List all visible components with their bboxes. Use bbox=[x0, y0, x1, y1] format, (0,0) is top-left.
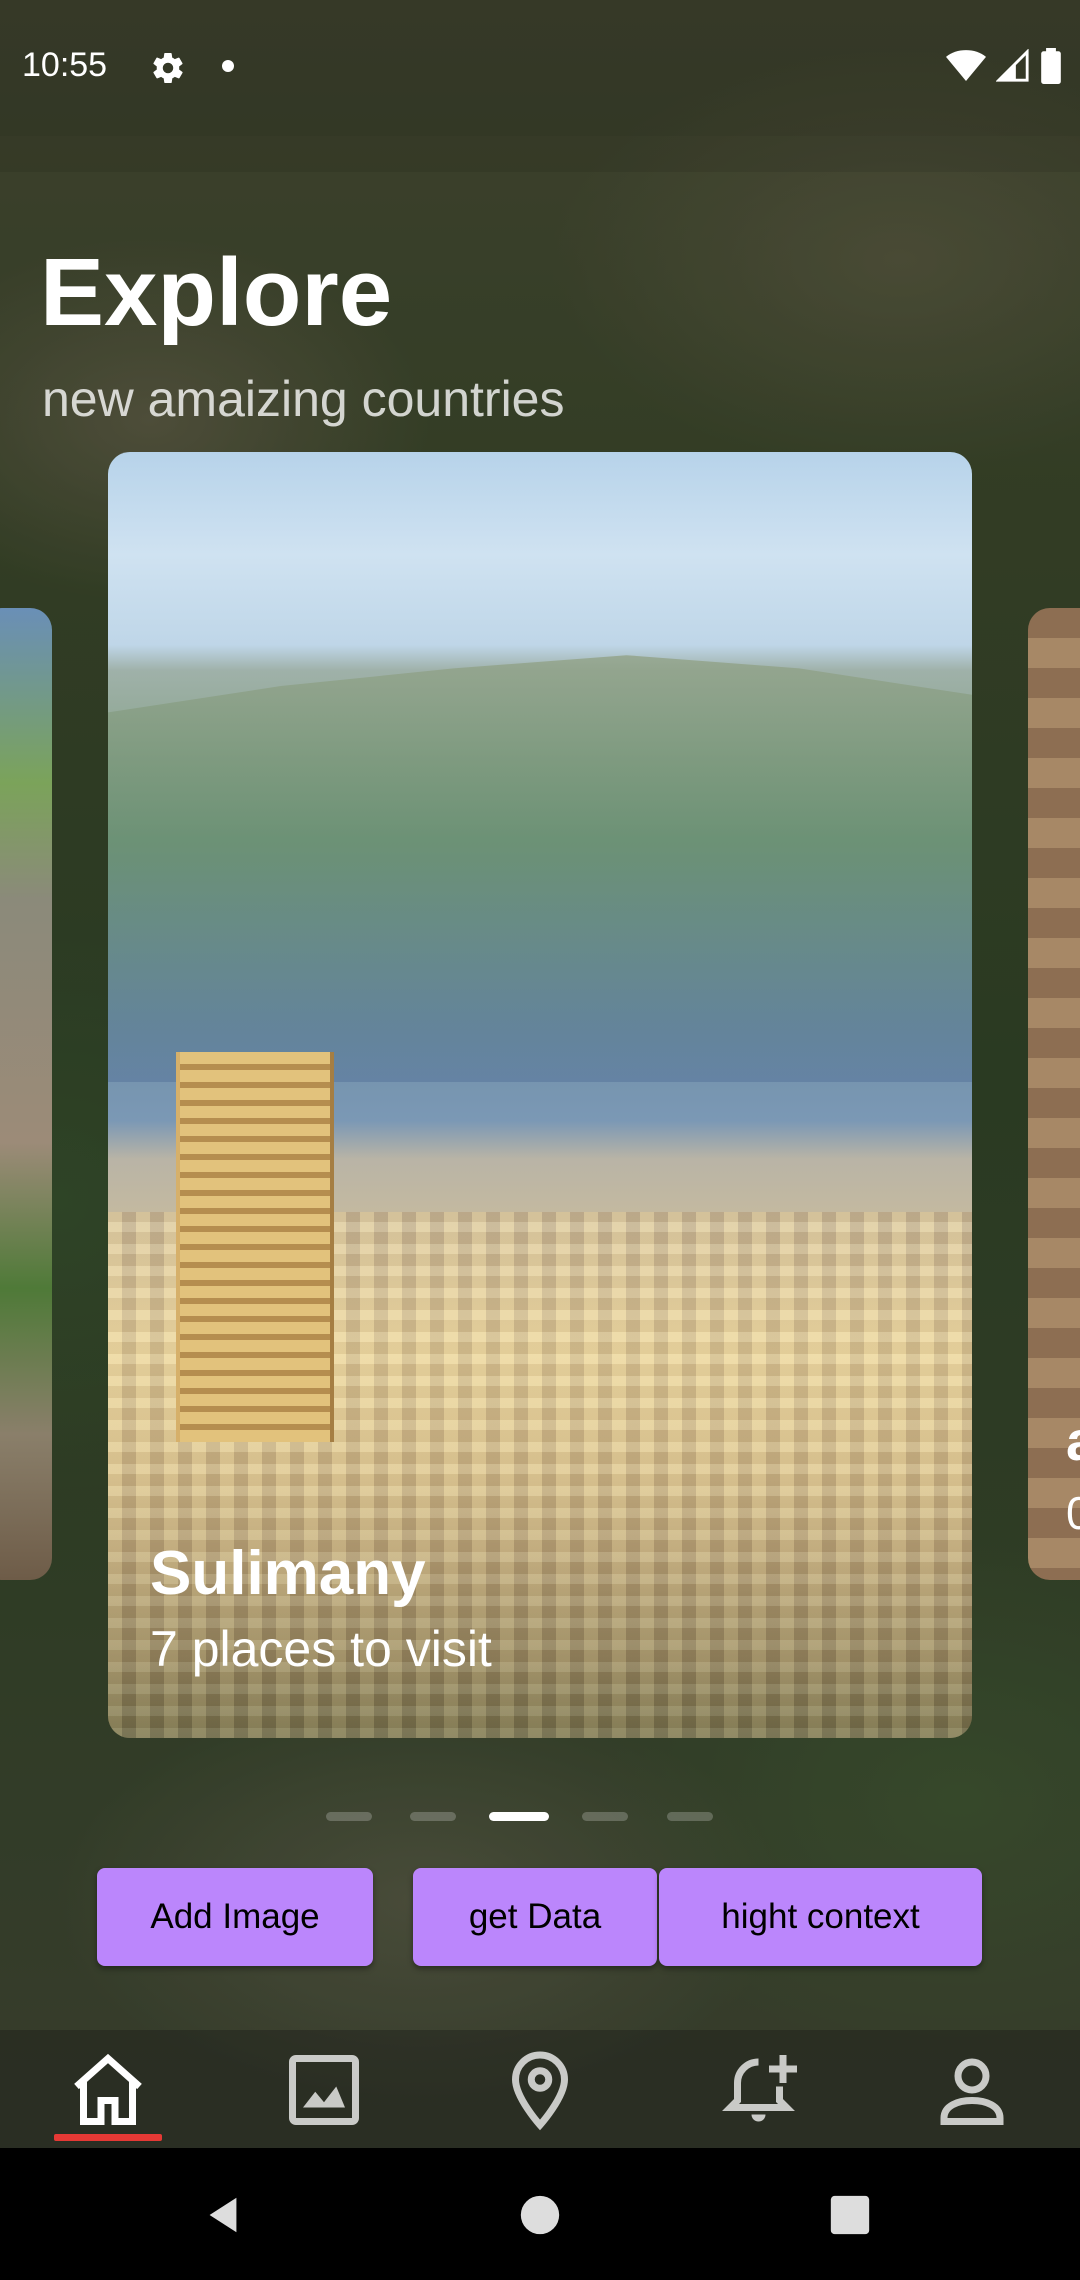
wifi-icon bbox=[946, 50, 986, 81]
status-time: 10:55 bbox=[22, 46, 108, 84]
nav-selected-indicator bbox=[54, 2134, 162, 2141]
get-data-button[interactable]: get Data bbox=[413, 1868, 657, 1966]
hight-context-button[interactable]: hight context bbox=[659, 1868, 982, 1966]
page-indicators bbox=[0, 1810, 1080, 1824]
page-title: Explore bbox=[40, 239, 393, 346]
status-bar: 10:55 bbox=[0, 0, 1080, 136]
location-icon[interactable] bbox=[498, 2048, 582, 2132]
person-icon[interactable] bbox=[930, 2048, 1014, 2132]
page-indicator[interactable] bbox=[326, 1812, 372, 1821]
system-icons bbox=[946, 48, 1062, 84]
carousel-card-active[interactable]: Sulimany 7 places to visit bbox=[108, 452, 972, 1738]
recents-icon[interactable] bbox=[827, 2192, 873, 2238]
card-subtitle-peek: 0 bbox=[1066, 1487, 1080, 1539]
system-navigation-bar bbox=[0, 2148, 1080, 2280]
page-indicator[interactable] bbox=[410, 1812, 456, 1821]
back-icon[interactable] bbox=[200, 2192, 246, 2238]
add-alert-icon[interactable] bbox=[720, 2048, 804, 2132]
image-icon[interactable] bbox=[282, 2048, 366, 2132]
page-indicator-active[interactable] bbox=[489, 1812, 549, 1821]
card-image-mountain bbox=[108, 655, 972, 1082]
app-bar bbox=[0, 136, 1080, 172]
bottom-navigation bbox=[0, 2030, 1080, 2148]
gear-icon bbox=[153, 53, 183, 83]
page-indicator[interactable] bbox=[582, 1812, 628, 1821]
signal-icon bbox=[996, 49, 1029, 82]
add-image-button[interactable]: Add Image bbox=[97, 1868, 373, 1966]
carousel-card-previous[interactable] bbox=[0, 608, 52, 1580]
page-indicator[interactable] bbox=[667, 1812, 713, 1821]
home-circle-icon[interactable] bbox=[517, 2192, 563, 2238]
battery-icon bbox=[1041, 48, 1061, 84]
notification-dot-icon bbox=[222, 60, 234, 72]
card-title: Sulimany bbox=[150, 1539, 426, 1608]
card-subtitle: 7 places to visit bbox=[150, 1621, 492, 1677]
page-subtitle: new amaizing countries bbox=[42, 371, 565, 427]
card-image-tower bbox=[176, 1052, 334, 1442]
home-icon[interactable] bbox=[66, 2048, 150, 2132]
card-title-peek: a bbox=[1066, 1408, 1080, 1473]
carousel-card-next[interactable]: a 0 bbox=[1028, 608, 1080, 1580]
